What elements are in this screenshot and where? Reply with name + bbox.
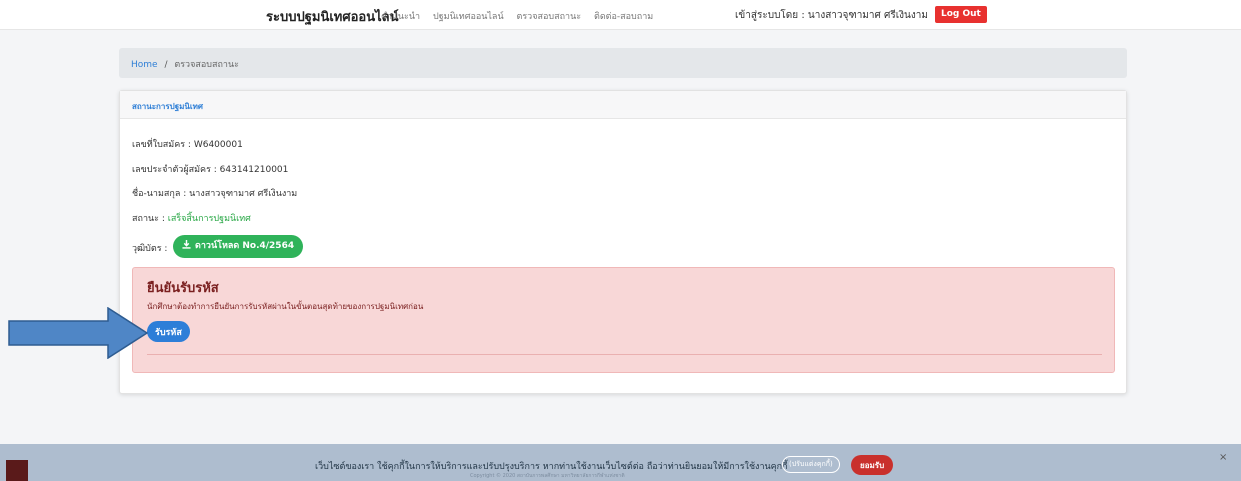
brand-title[interactable]: ระบบปฐมนิเทศออนไลน์ [266, 6, 399, 27]
nav-link-orientation[interactable]: ปฐมนิเทศออนไลน์ [433, 12, 504, 22]
alert-title: ยืนยันรับรหัส [147, 281, 219, 296]
card-header: สถานะการปฐมนิเทศ [120, 91, 1126, 119]
status-label: สถานะ : [132, 214, 168, 224]
download-certificate-button[interactable]: ดาวน์โหลด No.4/2564 [173, 235, 304, 258]
applicant-id: เลขประจำตัวผู้สมัคร : 643141210001 [132, 165, 289, 175]
download-label: ดาวน์โหลด No.4/2564 [195, 241, 295, 251]
top-navbar: ระบบปฐมนิเทศออนไลน์ คำแนะนำ ปฐมนิเทศออนไ… [0, 0, 1241, 30]
cookie-consent-bar: เว็บไซต์ของเรา ใช้คุกกี้ในการให้บริการแล… [0, 444, 1241, 481]
breadcrumb-home-link[interactable]: Home [131, 60, 158, 70]
nav-link-check-status[interactable]: ตรวจสอบสถานะ [516, 12, 581, 22]
nav-link-contact[interactable]: ติดต่อ-สอบถาม [594, 12, 653, 22]
cookie-accept-button[interactable]: ยอมรับ [851, 455, 894, 475]
receive-password-button[interactable]: รับรหัส [147, 321, 190, 342]
logout-button[interactable]: Log Out [935, 6, 987, 23]
status-row: สถานะ : เสร็จสิ้นการปฐมนิเทศ [132, 211, 251, 225]
alert-divider [147, 354, 1102, 355]
cookie-text: เว็บไซต์ของเรา ใช้คุกกี้ในการให้บริการแล… [315, 462, 788, 472]
breadcrumb: Home / ตรวจสอบสถานะ [119, 48, 1127, 78]
status-value: เสร็จสิ้นการปฐมนิเทศ [167, 214, 251, 224]
certificate-label: วุฒิบัตร : [132, 244, 168, 254]
confirm-alert: ยืนยันรับรหัส นักศึกษาต้องทำการยืนยันการ… [132, 267, 1115, 373]
application-number: เลขที่ใบสมัคร : W6400001 [132, 140, 243, 150]
breadcrumb-separator: / [164, 60, 168, 70]
site-logo [6, 460, 28, 481]
nav-links: คำแนะนำ ปฐมนิเทศออนไลน์ ตรวจสอบสถานะ ติด… [381, 9, 663, 23]
status-card: สถานะการปฐมนิเทศ เลขที่ใบสมัคร : W640000… [119, 90, 1127, 394]
download-icon [182, 240, 191, 249]
applicant-name: ชื่อ-นามสกุล : นางสาวจุฑามาศ ศรีเงินงาม [132, 189, 298, 199]
arrow-annotation [8, 307, 148, 359]
cookie-copyright: Copyright © 2020 สถาบันการพลศึกษา มหาวิท… [470, 473, 625, 479]
nav-link-guide[interactable]: คำแนะนำ [381, 12, 420, 22]
alert-text: นักศึกษาต้องทำการยืนยันการรับรหัสผ่านในข… [147, 302, 424, 311]
login-info: เข้าสู่ระบบโดย : นางสาวจุฑามาศ ศรีเงินงา… [735, 10, 928, 21]
close-icon[interactable]: × [1219, 452, 1227, 463]
cookie-settings-button[interactable]: (ปรับแต่งคุกกี้) [782, 456, 840, 473]
breadcrumb-current: ตรวจสอบสถานะ [174, 60, 239, 70]
